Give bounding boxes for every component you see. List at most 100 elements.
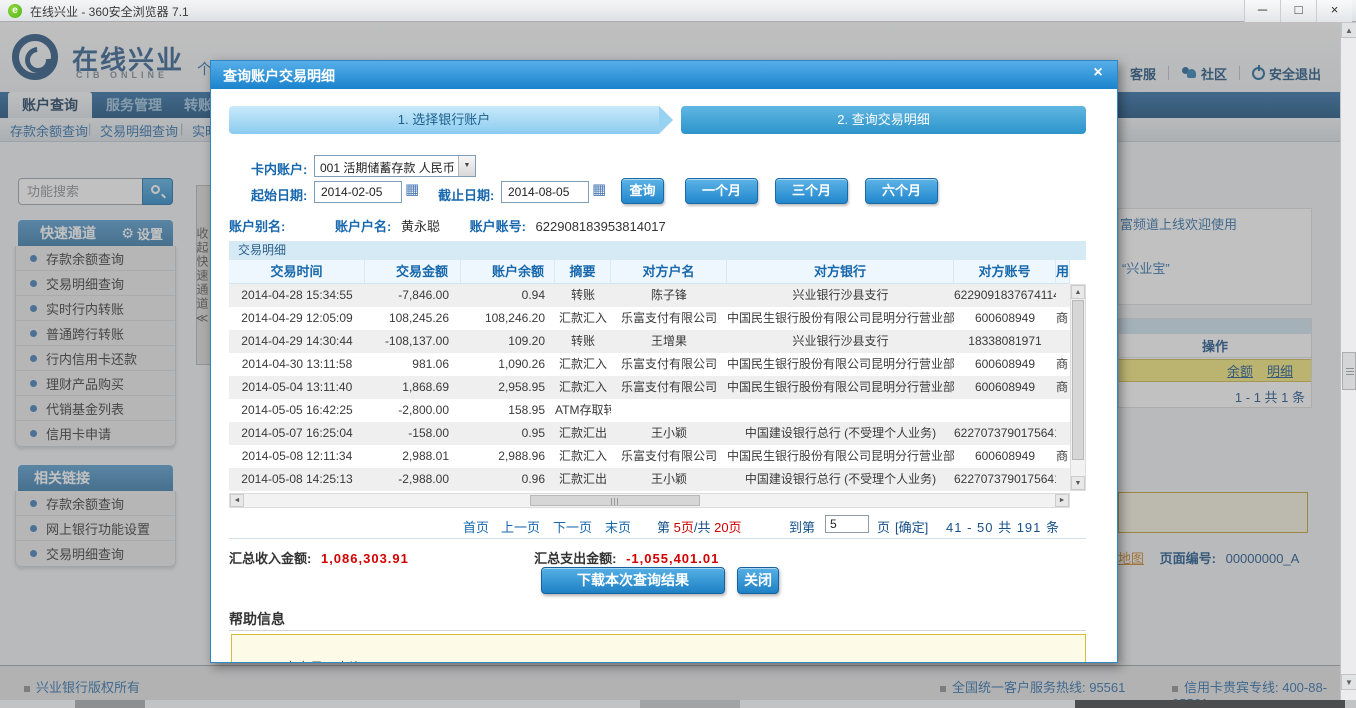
modal-close-icon[interactable]: × — [1089, 64, 1107, 82]
six-month-button[interactable]: 六个月 — [865, 178, 938, 204]
query-button[interactable]: 查询 — [621, 178, 664, 204]
table-row: 2014-05-04 13:11:40 1,868.69 2,958.95 汇款汇入乐… — [229, 376, 1070, 399]
table-cell: 2,988.96 — [498, 449, 545, 463]
table-cell: 王增果 — [650, 334, 687, 348]
scroll-left-arrow-icon[interactable]: ◄ — [230, 494, 244, 507]
divider — [229, 630, 1086, 631]
table-cell: 商 — [1056, 311, 1069, 325]
table-row: 2014-04-28 15:34:55 -7,846.00 0.94 转账 陈子锋 兴业银… — [229, 284, 1070, 307]
transaction-section-title: 交易明细 — [229, 241, 1086, 260]
scroll-down-arrow-icon[interactable]: ▼ — [1341, 674, 1356, 690]
scrollbar-thumb[interactable] — [1072, 300, 1084, 460]
scroll-up-arrow-icon[interactable]: ▲ — [1071, 285, 1085, 299]
table-cell: -2,800.00 — [398, 403, 449, 417]
table-cell: 陈子锋 — [650, 288, 687, 302]
table-cell: 乐富支付有限公司 — [620, 380, 717, 394]
table-cell: 转账 — [570, 288, 595, 302]
one-month-button[interactable]: 一个月 — [685, 178, 758, 204]
wizard-steps: 2. 查询交易明细 1. 选择银行账户 — [229, 106, 1086, 134]
table-cell: 汇款汇出 — [558, 426, 607, 440]
calendar-icon[interactable]: ▦ — [405, 182, 421, 198]
goto-page-input[interactable]: 5 — [825, 515, 869, 533]
goto-confirm-button[interactable]: [确定] — [895, 517, 928, 536]
table-cell: 中国民生银行股份有限公司昆明分行营业部 — [727, 357, 954, 371]
download-results-button[interactable]: 下载本次查询结果 — [541, 567, 725, 594]
table-cell: 汇款汇入 — [558, 357, 607, 371]
table-cell: -7,846.00 — [398, 288, 449, 302]
column-header: 对方户名 — [611, 260, 727, 284]
table-cell — [1056, 422, 1070, 445]
table-cell: 6227073790175641 — [954, 472, 1056, 486]
table-cell: 981.06 — [412, 357, 449, 371]
browser-scrollbar[interactable]: ▲ ▼ — [1340, 22, 1356, 708]
table-cell: 2,958.95 — [498, 380, 545, 394]
table-cell: 0.94 — [521, 288, 545, 302]
chevron-down-icon[interactable]: ▼ — [458, 156, 475, 176]
table-cell: 2014-05-07 16:25:04 — [241, 426, 353, 440]
table-horizontal-scrollbar[interactable]: ◄ ► — [229, 493, 1070, 508]
three-month-button[interactable]: 三个月 — [775, 178, 848, 204]
scrollbar-thumb[interactable] — [1342, 352, 1356, 390]
table-cell: 中国民生银行股份有限公司昆明分行营业部 — [727, 311, 954, 325]
scroll-up-arrow-icon[interactable]: ▲ — [1341, 22, 1356, 38]
table-cell: 乐富支付有限公司 — [620, 311, 717, 325]
last-page-link[interactable]: 末页 — [605, 517, 631, 536]
table-cell: 0.96 — [521, 472, 545, 486]
table-cell — [611, 399, 727, 422]
minimize-button[interactable]: ─ — [1244, 0, 1280, 22]
account-alias-label: 账户别名: — [229, 219, 286, 234]
taskbar-sliver — [0, 700, 1356, 708]
scroll-right-arrow-icon[interactable]: ► — [1055, 494, 1069, 507]
start-date-label: 起始日期: — [251, 188, 308, 203]
table-cell: 6227073790175641 — [954, 426, 1056, 440]
total-income-value: 1,086,303.91 — [320, 551, 409, 566]
table-cell: 2014-04-29 14:30:44 — [241, 334, 353, 348]
pagination-bar: 首页 上一页 下一页 末页 第 5页/共 20页 到第 5 页 [确定] 41 … — [229, 513, 1086, 539]
table-cell: 600608949 — [974, 380, 1036, 394]
total-expense-label: 汇总支出金额: — [534, 551, 617, 566]
table-cell: 王小颖 — [650, 472, 687, 486]
scroll-down-arrow-icon[interactable]: ▼ — [1071, 476, 1085, 490]
close-window-button[interactable]: × — [1316, 0, 1352, 22]
maximize-button[interactable]: □ — [1280, 0, 1316, 22]
transaction-table-body: 2014-04-28 15:34:55 -7,846.00 0.94 转账 陈子锋 兴业银… — [229, 284, 1070, 491]
table-row: 2014-05-08 14:25:13 -2,988.00 0.96 汇款汇出 王小颖 中… — [229, 468, 1070, 491]
column-header: 交易金额 — [365, 260, 461, 284]
account-number-value: 622908183953814017 — [535, 219, 666, 234]
close-modal-button[interactable]: 关闭 — [737, 567, 779, 594]
prev-page-link[interactable]: 上一页 — [501, 517, 540, 536]
table-cell: -158.00 — [408, 426, 449, 440]
table-cell: 汇款汇入 — [558, 380, 607, 394]
first-page-link[interactable]: 首页 — [463, 517, 489, 536]
modal-header: 查询账户交易明细 × — [211, 61, 1117, 89]
table-cell: 乐富支付有限公司 — [620, 449, 717, 463]
transaction-query-modal: 查询账户交易明细 × 2. 查询交易明细 1. 选择银行账户 卡内账户: 001… — [210, 60, 1118, 663]
table-cell: 商 — [1056, 449, 1069, 463]
table-cell: 汇款汇入 — [558, 311, 607, 325]
table-cell: 0.95 — [521, 426, 545, 440]
table-cell: 兴业银行沙县支行 — [792, 288, 889, 302]
total-income-label: 汇总收入金额: — [229, 551, 312, 566]
table-cell: 商 — [1056, 380, 1069, 394]
table-cell: 2014-04-30 13:11:58 — [241, 357, 353, 371]
table-cell: 2014-05-08 14:25:13 — [241, 472, 353, 486]
table-cell: 2014-05-05 16:42:25 — [241, 403, 353, 417]
browser-titlebar: e 在线兴业 - 360安全浏览器 7.1 ─ □ × — [0, 0, 1356, 22]
next-page-link[interactable]: 下一页 — [553, 517, 592, 536]
calendar-icon[interactable]: ▦ — [592, 182, 608, 198]
table-cell — [727, 399, 954, 422]
start-date-input[interactable]: 2014-02-05 — [314, 181, 402, 203]
help-box: 一、本交易可查询 — [231, 634, 1086, 662]
card-account-select[interactable]: 001 活期储蓄存款 人民币 ▼ — [314, 155, 476, 177]
account-name-label: 账户户名: — [334, 219, 392, 234]
column-header: 对方银行 — [727, 260, 954, 284]
help-section-title: 帮助信息 — [229, 611, 285, 627]
table-vertical-scrollbar[interactable]: ▲ ▼ — [1070, 284, 1086, 491]
column-header: 对方账号 — [954, 260, 1056, 284]
table-row: 2014-04-29 14:30:44 -108,137.00 109.20 转账 王增… — [229, 330, 1070, 353]
end-date-input[interactable]: 2014-08-05 — [501, 181, 589, 203]
table-cell: 108,245.26 — [388, 311, 449, 325]
table-cell: 2,988.01 — [402, 449, 449, 463]
card-account-value: 001 活期储蓄存款 人民币 — [320, 161, 455, 175]
scrollbar-thumb[interactable] — [530, 495, 700, 506]
